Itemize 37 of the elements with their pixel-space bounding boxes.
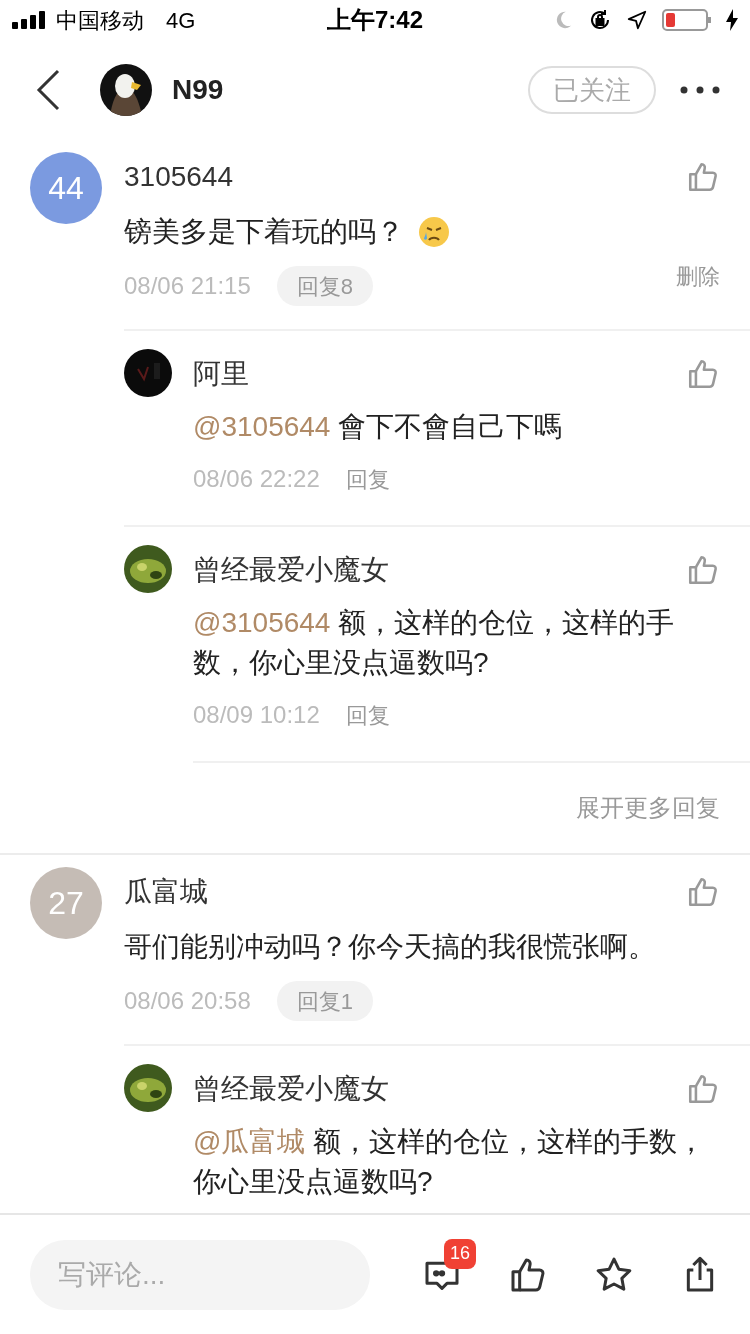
charging-icon [726, 9, 738, 31]
signal-icon [12, 11, 48, 29]
user-name: 曾经最爱小魔女 [193, 1072, 389, 1106]
comment-time: 08/06 20:58 [124, 986, 251, 1016]
reply-link[interactable]: 回复 [345, 462, 390, 496]
comment-input[interactable]: 写评论... [30, 1239, 370, 1310]
user-avatar: 27 [30, 867, 102, 939]
mention-link[interactable]: @瓜富城 [193, 1126, 306, 1157]
reply-text: @3105644 额，这样的仓位，这样的手数，你心里没点逼数吗? [193, 606, 676, 680]
comment-text: 镑美多是下着玩的吗？ [124, 215, 404, 249]
carrier-name: 中国移动 [56, 6, 144, 35]
comment-text: 哥们能别冲动吗？你今天搞的我很慌张啊。 [124, 930, 656, 964]
delete-link[interactable]: 删除 [676, 259, 720, 293]
expand-replies-link[interactable]: 展开更多回复 [576, 790, 720, 826]
mention-link[interactable]: @3105644 [193, 411, 331, 442]
network-type: 4G [166, 6, 196, 35]
battery-icon [662, 8, 712, 32]
profile-name: N99 [172, 73, 225, 107]
reply-link[interactable]: 回复 [345, 698, 390, 732]
user-name: 曾经最爱小魔女 [193, 553, 389, 587]
user-name: 3105644 [124, 160, 233, 194]
user-avatar: 44 [30, 152, 102, 224]
rotation-lock-icon [588, 8, 612, 32]
mention-link[interactable]: @3105644 [193, 607, 331, 638]
reply-text: @瓜富城 额，这样的仓位，这样的手数，你心里没点逼数吗? [193, 1125, 707, 1199]
reply-count-button[interactable]: 回复8 [276, 266, 374, 306]
user-name: 瓜富城 [124, 875, 208, 909]
comment-time: 08/06 21:15 [124, 271, 251, 301]
user-name: 阿里 [193, 357, 249, 391]
reply-count-button[interactable]: 回复1 [276, 981, 374, 1021]
comment-count-badge: 16 [444, 1238, 476, 1269]
follow-button[interactable]: 已关注 [528, 66, 656, 114]
reply-time: 08/06 22:22 [193, 464, 320, 494]
reply-time: 08/09 10:12 [193, 700, 320, 730]
status-time: 上午7:42 [325, 5, 424, 35]
location-icon [626, 9, 648, 31]
reply-text: @3105644 會下不會自己下嗎 [193, 410, 564, 444]
